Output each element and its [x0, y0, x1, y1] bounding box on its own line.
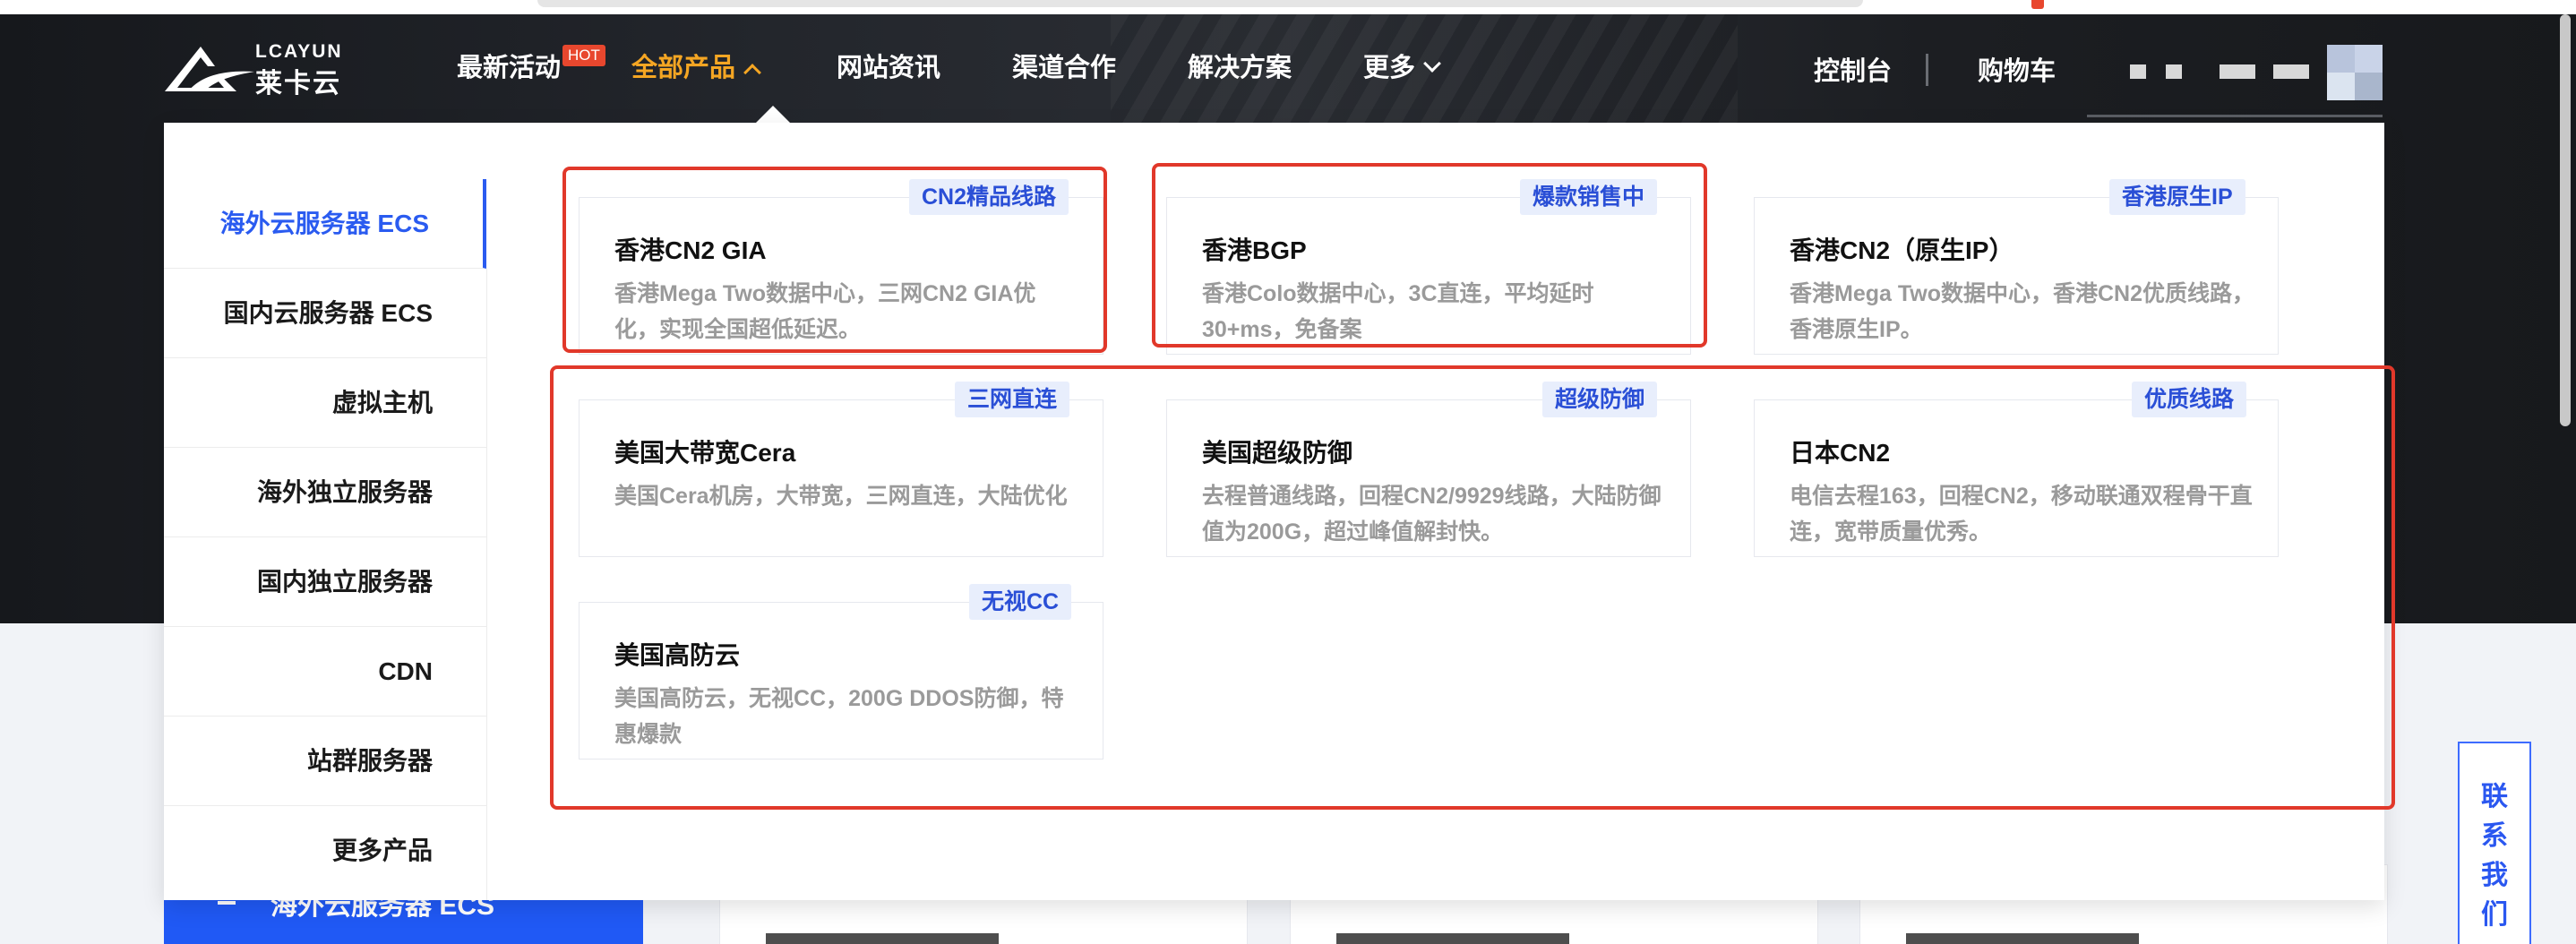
highlight-box-hk-cn2-gia	[562, 167, 1107, 353]
background-card-title	[1336, 933, 1569, 944]
logo-text-en: LCAYUN	[255, 41, 343, 62]
sidebar-item-domestic-ecs[interactable]: 国内云服务器 ECS	[164, 269, 486, 358]
console-link[interactable]: 控制台	[1814, 54, 1892, 90]
nav-channel-cooperation[interactable]: 渠道合作	[1012, 50, 1116, 86]
hot-badge: HOT	[562, 45, 605, 66]
nav-label: 最新活动	[457, 54, 562, 82]
highlight-box-hk-bgp	[1152, 163, 1707, 348]
cart-link[interactable]: 购物车	[1978, 54, 2056, 90]
nav-label: 解决方案	[1188, 54, 1292, 82]
sidebar-item-more-products[interactable]: 更多产品	[164, 806, 486, 896]
nav-separator	[1926, 54, 1928, 86]
sidebar-item-domestic-dedicated[interactable]: 国内独立服务器	[164, 537, 486, 627]
sidebar-item-cdn[interactable]: CDN	[164, 627, 486, 717]
avatar[interactable]	[2327, 45, 2383, 100]
product-desc: 香港Mega Two数据中心，香港CN2优质线路，香港原生IP。	[1790, 281, 2254, 342]
user-name-blurred	[2166, 64, 2182, 79]
logo-mountain-icon	[165, 47, 254, 91]
product-tag: 香港原生IP	[2109, 179, 2245, 215]
highlight-box-us-jp-products	[550, 365, 2395, 810]
sidebar-item-site-group[interactable]: 站群服务器	[164, 717, 486, 806]
nav-latest-activity[interactable]: 最新活动	[457, 50, 561, 86]
sidebar-item-overseas-dedicated[interactable]: 海外独立服务器	[164, 448, 486, 537]
background-card-title	[766, 933, 999, 944]
logo-text-cn: 莱卡云	[255, 69, 341, 99]
nav-all-products[interactable]: 全部产品	[631, 50, 761, 86]
nav-label: 网站资讯	[837, 54, 941, 82]
browser-notification-icon[interactable]	[2031, 0, 2044, 9]
user-underline	[2087, 115, 2383, 117]
nav-solutions[interactable]: 解决方案	[1188, 50, 1292, 86]
chevron-down-icon	[1423, 55, 1441, 73]
product-title: 香港CN2（原生IP）	[1790, 236, 2014, 264]
user-name-blurred	[2273, 64, 2309, 79]
page-scrollbar[interactable]	[2560, 14, 2571, 426]
background-card-title	[1906, 933, 2139, 944]
product-category-list: 海外云服务器 ECS 国内云服务器 ECS 虚拟主机 海外独立服务器 国内独立服…	[164, 179, 486, 896]
browser-address-bar[interactable]	[537, 0, 1863, 7]
nav-label: 更多	[1363, 54, 1416, 82]
dash-icon	[218, 901, 236, 905]
nav-news[interactable]: 网站资讯	[837, 50, 940, 86]
nav-more[interactable]: 更多	[1363, 50, 1441, 86]
user-name-blurred	[2220, 64, 2255, 79]
sidebar-item-overseas-ecs[interactable]: 海外云服务器 ECS	[164, 179, 486, 269]
sidebar-item-virtual-host[interactable]: 虚拟主机	[164, 358, 486, 448]
sidebar-divider	[486, 269, 487, 900]
user-name-blurred[interactable]	[2130, 64, 2146, 79]
nav-label: 渠道合作	[1012, 54, 1117, 82]
contact-us-label: 联系我们	[2481, 782, 2508, 930]
dropdown-pointer	[755, 106, 791, 124]
nav-label: 全部产品	[631, 54, 736, 82]
chevron-up-icon	[743, 64, 761, 82]
